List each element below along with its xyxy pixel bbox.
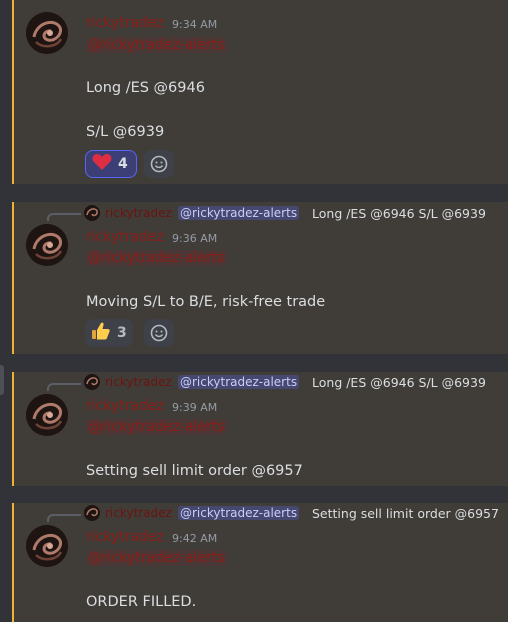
reply-mention[interactable]: @rickytradez-alerts xyxy=(178,375,300,389)
message-1[interactable]: rickytradez 9:34 AM @rickytradez-alerts … xyxy=(12,0,508,184)
role-mention[interactable]: @rickytradez-alerts xyxy=(86,550,227,566)
timestamp[interactable]: 9:34 AM xyxy=(172,18,217,31)
timestamp[interactable]: 9:36 AM xyxy=(172,232,217,245)
thumbs-up-icon xyxy=(91,321,111,345)
smiley-add-icon xyxy=(150,324,168,342)
reply-avatar[interactable] xyxy=(84,505,100,521)
message-text: Moving S/L to B/E, risk-free trade xyxy=(86,294,326,310)
add-reaction-button[interactable] xyxy=(144,150,174,178)
timestamp[interactable]: 9:42 AM xyxy=(172,532,217,545)
reply-avatar[interactable] xyxy=(84,374,100,390)
username[interactable]: rickytradez xyxy=(86,398,164,414)
role-mention[interactable]: @rickytradez-alerts xyxy=(86,250,227,266)
reply-spine xyxy=(47,383,81,391)
reply-mention[interactable]: @rickytradez-alerts xyxy=(178,206,300,220)
reply-avatar[interactable] xyxy=(84,205,100,221)
message-2[interactable]: rickytradez @rickytradez-alerts Long /ES… xyxy=(12,202,508,354)
chat-channel: rickytradez 9:34 AM @rickytradez-alerts … xyxy=(0,0,508,622)
heart-icon xyxy=(92,153,112,175)
smiley-add-icon xyxy=(150,155,168,173)
role-mention[interactable]: @rickytradez-alerts xyxy=(86,37,227,53)
avatar[interactable] xyxy=(26,394,68,436)
reply-spine xyxy=(47,514,81,522)
reply-spine xyxy=(47,213,81,221)
username[interactable]: rickytradez xyxy=(86,15,164,31)
reply-preview-text[interactable]: Long /ES @6946 S/L @6939 xyxy=(312,206,486,221)
message-text: Long /ES @6946 xyxy=(86,80,205,96)
avatar[interactable] xyxy=(26,525,68,567)
unread-indicator xyxy=(0,365,4,395)
reply-preview-text[interactable]: Long /ES @6946 S/L @6939 xyxy=(312,375,486,390)
add-reaction-button[interactable] xyxy=(144,319,174,347)
timestamp[interactable]: 9:39 AM xyxy=(172,401,217,414)
reply-mention[interactable]: @rickytradez-alerts xyxy=(178,506,300,520)
message-text: S/L @6939 xyxy=(86,124,165,140)
reply-preview-text[interactable]: Setting sell limit order @6957 xyxy=(312,506,499,521)
reaction-thumbs-up[interactable]: 3 xyxy=(85,319,133,347)
reply-username[interactable]: rickytradez xyxy=(105,206,172,220)
message-3[interactable]: rickytradez @rickytradez-alerts Long /ES… xyxy=(12,372,508,486)
avatar[interactable] xyxy=(26,12,68,54)
username[interactable]: rickytradez xyxy=(86,529,164,545)
reply-username[interactable]: rickytradez xyxy=(105,506,172,520)
message-text: Setting sell limit order @6957 xyxy=(86,463,303,479)
reply-username[interactable]: rickytradez xyxy=(105,375,172,389)
message-4[interactable]: rickytradez @rickytradez-alerts Setting … xyxy=(12,503,508,622)
message-text: ORDER FILLED. xyxy=(86,594,197,610)
role-mention[interactable]: @rickytradez-alerts xyxy=(86,419,227,435)
avatar[interactable] xyxy=(26,224,68,266)
reaction-heart[interactable]: 4 xyxy=(85,150,137,178)
reaction-count: 3 xyxy=(117,325,127,341)
reaction-count: 4 xyxy=(118,156,128,172)
username[interactable]: rickytradez xyxy=(86,229,164,245)
